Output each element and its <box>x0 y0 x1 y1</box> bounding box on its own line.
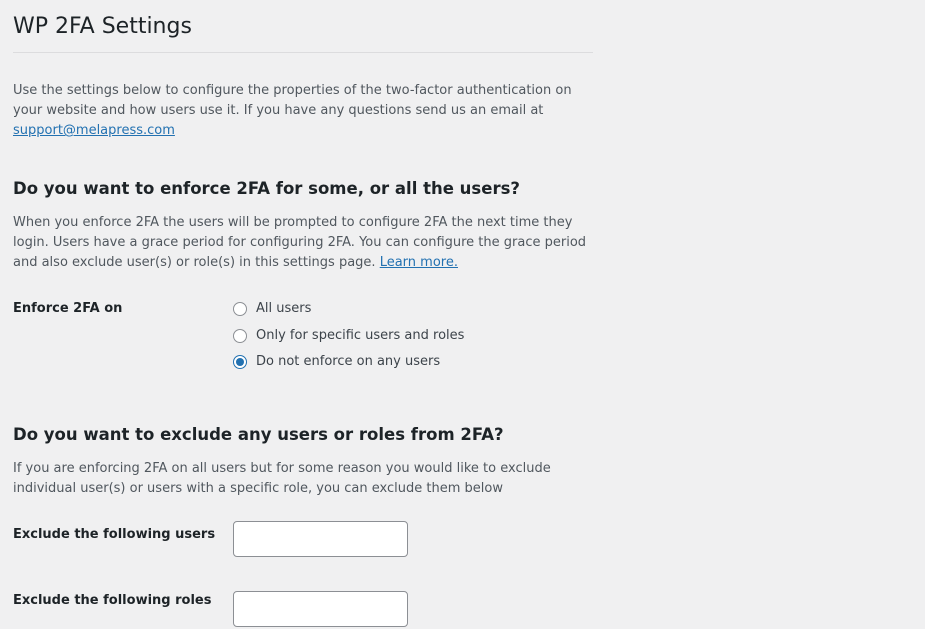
radio-specific-users[interactable]: Only for specific users and roles <box>233 326 464 346</box>
enforce-description-text: When you enforce 2FA the users will be p… <box>13 215 587 270</box>
exclude-heading: Do you want to exclude any users or role… <box>13 424 504 444</box>
radio-specific-users-label: Only for specific users and roles <box>256 327 465 343</box>
radio-specific-users-input[interactable] <box>233 328 247 343</box>
intro-text: Use the settings below to configure the … <box>13 83 572 118</box>
intro-paragraph: Use the settings below to configure the … <box>13 81 593 141</box>
exclude-description: If you are enforcing 2FA on all users bu… <box>13 460 551 496</box>
enforce-heading: Do you want to enforce 2FA for some, or … <box>13 179 520 198</box>
exclude-users-label: Exclude the following users <box>13 526 216 542</box>
exclude-roles-row: Exclude the following roles <box>13 590 593 627</box>
radio-all-users-input[interactable] <box>233 302 247 316</box>
radio-do-not-enforce[interactable]: Do not enforce on any users <box>233 352 464 372</box>
radio-do-not-enforce-input[interactable] <box>233 355 247 369</box>
radio-all-users[interactable]: All users <box>233 299 464 319</box>
page-title: WP 2FA Settings <box>13 0 593 53</box>
enforce-radio-group: All users Only for specific users and ro… <box>233 299 464 379</box>
exclude-users-row: Exclude the following users <box>13 520 593 557</box>
enforce-label: Enforce 2FA on <box>13 301 123 316</box>
exclude-roles-label: Exclude the following roles <box>13 592 212 608</box>
exclude-roles-input[interactable] <box>233 590 408 627</box>
exclude-users-input[interactable] <box>233 520 408 557</box>
support-email-link[interactable]: support@melapress.com <box>13 123 175 138</box>
settings-wrap: WP 2FA Settings Use the settings below t… <box>13 0 593 627</box>
radio-all-users-label: All users <box>256 301 312 316</box>
enforce-description: When you enforce 2FA the users will be p… <box>13 213 593 273</box>
radio-do-not-enforce-label: Do not enforce on any users <box>256 354 441 369</box>
learn-more-link[interactable]: Learn more. <box>380 255 458 270</box>
enforce-row: Enforce 2FA on All users Only for specif… <box>13 299 593 379</box>
